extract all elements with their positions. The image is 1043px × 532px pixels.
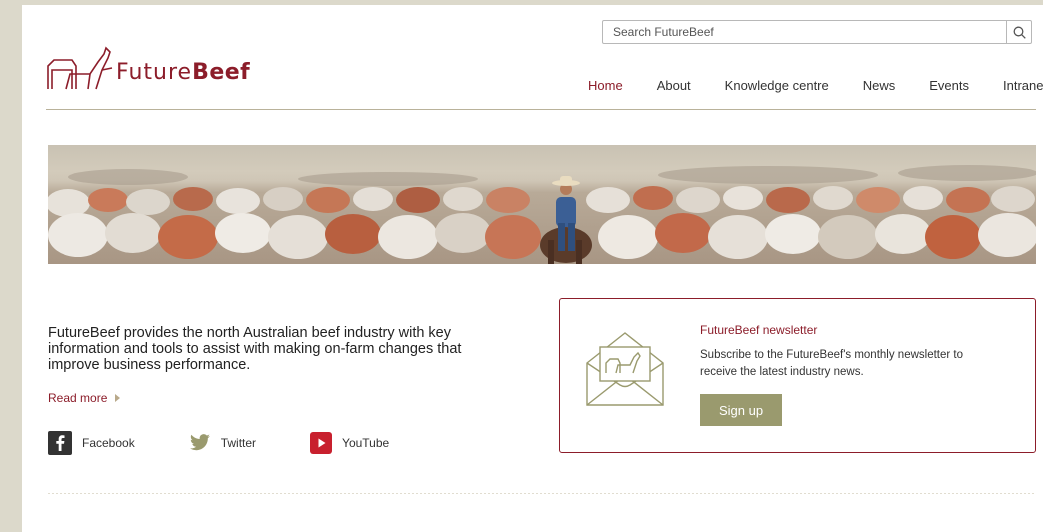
hero-banner-image — [48, 145, 1036, 264]
logo-cattle-icon — [47, 46, 113, 90]
search-button[interactable] — [1006, 21, 1031, 43]
twitter-label: Twitter — [220, 436, 257, 450]
newsletter-panel: FutureBeef newsletter Subscribe to the F… — [559, 298, 1036, 453]
youtube-label: YouTube — [342, 436, 390, 450]
chevron-right-icon — [115, 394, 121, 402]
social-links: Facebook Twitter YouTube — [48, 431, 389, 455]
youtube-icon — [310, 432, 333, 454]
facebook-link[interactable]: Facebook — [48, 431, 135, 455]
nav-item-home[interactable]: Home — [588, 78, 623, 93]
logo-text: FutureBeef — [116, 60, 251, 85]
cattle-herd-illustration — [48, 165, 1036, 264]
search-input[interactable] — [603, 22, 1006, 42]
section-divider — [48, 493, 1036, 494]
futurebeef-logo[interactable]: FutureBeef — [46, 44, 306, 92]
youtube-link[interactable]: YouTube — [310, 431, 389, 455]
intro-text: FutureBeef provides the north Australian… — [48, 325, 462, 373]
sign-up-button[interactable]: Sign up — [700, 394, 782, 426]
search-box — [602, 20, 1032, 44]
page: FutureBeef Home About Knowledge centre N… — [22, 5, 1043, 532]
nav-item-intranet[interactable]: Intranet — [1003, 78, 1043, 93]
nav-item-about[interactable]: About — [657, 78, 691, 93]
main-nav: Home About Knowledge centre News Events … — [588, 78, 1043, 93]
newsletter-description: Subscribe to the FutureBeef's monthly ne… — [700, 349, 963, 378]
nav-item-knowledge-centre[interactable]: Knowledge centre — [725, 78, 829, 93]
facebook-icon — [48, 431, 72, 455]
envelope-icon — [586, 332, 664, 406]
facebook-label: Facebook — [82, 436, 135, 450]
read-more-label: Read more — [48, 391, 108, 405]
nav-item-news[interactable]: News — [863, 78, 896, 93]
newsletter-title: FutureBeef newsletter — [700, 323, 818, 337]
header-divider — [46, 109, 1036, 110]
search-icon — [1013, 26, 1026, 39]
read-more-link[interactable]: Read more — [48, 391, 121, 405]
twitter-link[interactable]: Twitter — [189, 431, 256, 455]
nav-item-events[interactable]: Events — [929, 78, 969, 93]
twitter-icon — [189, 434, 211, 452]
